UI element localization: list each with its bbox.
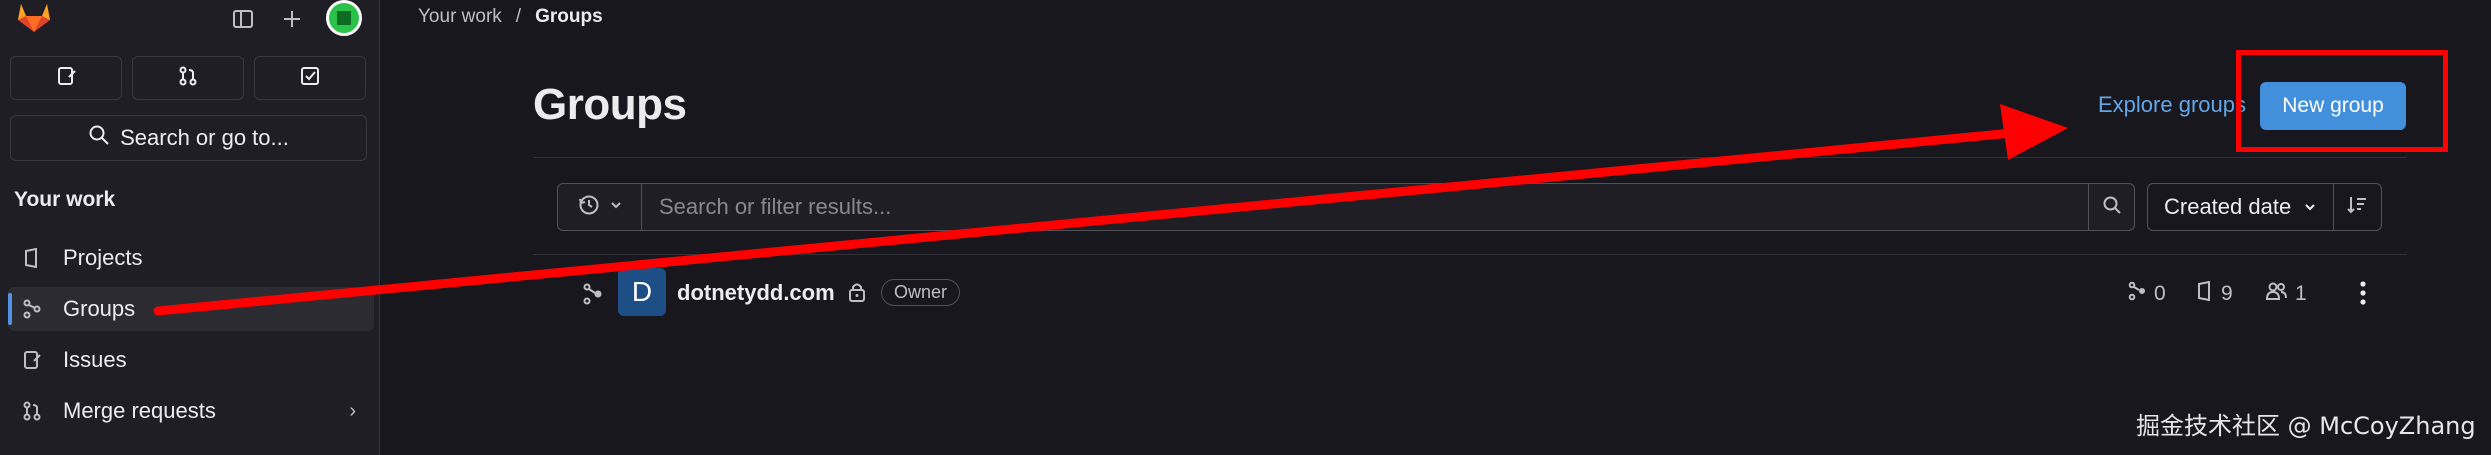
subgroup-icon (581, 282, 605, 306)
sort-direction-button[interactable] (2333, 184, 2381, 230)
sidebar: Search or go to... Your work Projects Gr… (0, 0, 380, 455)
sidebar-item-label: Groups (63, 296, 136, 321)
group-name-link[interactable]: dotnetydd.com (677, 280, 835, 306)
filter-search-button[interactable] (2088, 184, 2134, 230)
explore-groups-link[interactable]: Explore groups (2098, 92, 2246, 118)
filter-search-input[interactable] (643, 184, 2090, 230)
sort-label: Created date (2164, 194, 2292, 219)
sort-dropdown[interactable]: Created date (2148, 184, 2334, 230)
context-title: Your work (14, 188, 116, 211)
project-icon (2196, 280, 2214, 307)
merge-request-icon (22, 401, 42, 421)
sidebar-item-groups[interactable]: Groups (8, 287, 374, 331)
members-count: 1 (2265, 281, 2307, 307)
search-icon (2102, 195, 2122, 220)
recent-searches-button[interactable] (558, 184, 642, 230)
projects-count-value: 9 (2221, 282, 2233, 305)
divider (533, 254, 2407, 255)
sort-control: Created date (2147, 183, 2382, 231)
search-label: Search or go to... (120, 125, 289, 150)
sidebar-item-label: Merge requests (63, 398, 216, 423)
sort-descending-icon (2346, 194, 2368, 221)
subgroups-count: 0 (2127, 281, 2166, 307)
todo-icon (299, 65, 321, 92)
members-count-value: 1 (2295, 282, 2307, 305)
issues-shortcut-button[interactable] (10, 56, 122, 100)
create-new-icon[interactable] (275, 2, 309, 36)
lock-icon (847, 281, 867, 308)
search-icon (88, 124, 110, 152)
sidebar-toggle-icon[interactable] (226, 2, 260, 36)
more-actions-icon[interactable] (2351, 278, 2375, 308)
group-row[interactable]: D dotnetydd.com Owner 0 9 1 (533, 268, 2407, 318)
role-badge: Owner (881, 279, 961, 306)
sidebar-item-merge-requests[interactable]: Merge requests › (8, 389, 374, 433)
breadcrumb-separator: / (515, 6, 522, 27)
breadcrumb-item-groups[interactable]: Groups (535, 6, 603, 28)
page-title: Groups (533, 80, 687, 129)
group-icon (22, 299, 42, 319)
sidebar-item-projects[interactable]: Projects (8, 236, 374, 280)
gitlab-logo-icon[interactable] (14, 0, 54, 34)
divider (533, 157, 2407, 158)
project-icon (22, 248, 42, 268)
watermark: 掘金技术社区 @ McCoyZhang (2136, 412, 2476, 440)
sidebar-item-issues[interactable]: Issues (8, 338, 374, 382)
chevron-right-icon: › (349, 399, 356, 422)
issues-icon (55, 65, 77, 92)
chevron-down-icon (2303, 194, 2317, 220)
group-avatar[interactable]: D (618, 268, 666, 316)
merge-request-icon (177, 65, 199, 92)
breadcrumb-item-your-work[interactable]: Your work (418, 6, 502, 28)
chevron-down-icon (609, 198, 623, 217)
issues-icon (22, 350, 42, 370)
sidebar-item-label: Projects (63, 245, 143, 270)
history-icon (577, 193, 601, 222)
merge-requests-shortcut-button[interactable] (132, 56, 244, 100)
breadcrumb: Your work / Groups (418, 6, 603, 28)
filter-bar (557, 183, 2135, 231)
users-icon (2265, 281, 2288, 307)
todo-shortcut-button[interactable] (254, 56, 366, 100)
user-avatar[interactable] (326, 0, 362, 36)
annotation-highlight-box (2236, 50, 2448, 152)
projects-count: 9 (2196, 280, 2233, 307)
global-search-button[interactable]: Search or go to... (10, 115, 367, 161)
sidebar-item-label: Issues (63, 347, 127, 372)
subgroup-icon (2127, 281, 2147, 307)
subgroups-count-value: 0 (2154, 282, 2166, 305)
